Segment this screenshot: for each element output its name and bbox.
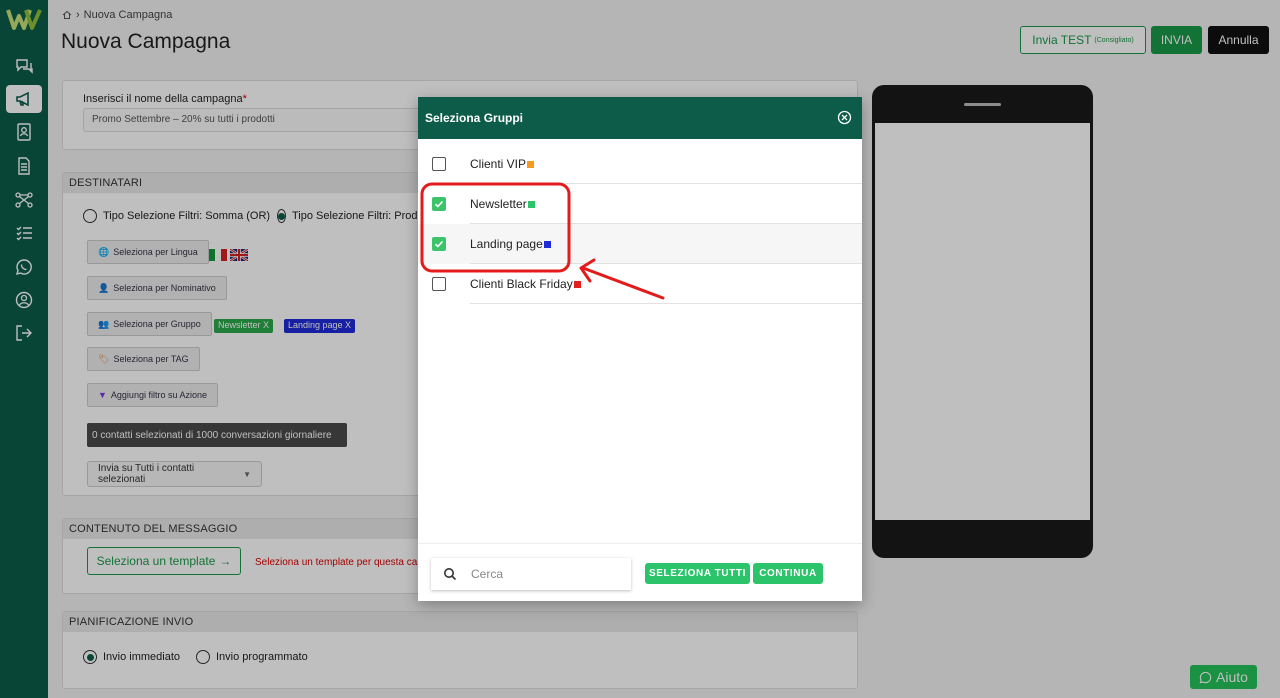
- row-divider: [470, 303, 862, 304]
- group-label: Landing page: [470, 237, 551, 251]
- group-row-landing-page[interactable]: Landing page: [418, 224, 862, 264]
- group-checkbox[interactable]: [432, 237, 446, 251]
- search-icon: [444, 568, 457, 581]
- modal-header: Seleziona Gruppi: [418, 97, 862, 139]
- group-checkbox[interactable]: [432, 277, 446, 291]
- group-color-swatch: [573, 280, 581, 288]
- group-color-swatch: [527, 160, 535, 168]
- group-label: Clienti Black Friday: [470, 277, 581, 291]
- group-search-input[interactable]: Cerca: [431, 558, 631, 590]
- select-all-button[interactable]: SELEZIONA TUTTI: [645, 563, 750, 584]
- group-label: Newsletter: [470, 197, 535, 211]
- group-color-swatch: [527, 200, 535, 208]
- search-placeholder: Cerca: [471, 567, 504, 581]
- group-row-newsletter[interactable]: Newsletter: [418, 184, 862, 224]
- group-label: Clienti VIP: [470, 157, 535, 171]
- group-checkbox[interactable]: [432, 197, 446, 211]
- close-icon[interactable]: [837, 110, 852, 125]
- modal-footer: Cerca SELEZIONA TUTTI CONTINUA: [418, 543, 862, 601]
- select-groups-modal: Seleziona Gruppi Clienti VIP Newsletter …: [418, 97, 862, 601]
- group-row-clienti-vip[interactable]: Clienti VIP: [418, 144, 862, 184]
- modal-title: Seleziona Gruppi: [425, 111, 524, 125]
- group-row-clienti-black-friday[interactable]: Clienti Black Friday: [418, 264, 862, 304]
- continue-button[interactable]: CONTINUA: [753, 563, 823, 584]
- check-icon: [434, 200, 444, 208]
- check-icon: [434, 240, 444, 248]
- group-color-swatch: [543, 240, 551, 248]
- group-checkbox[interactable]: [432, 157, 446, 171]
